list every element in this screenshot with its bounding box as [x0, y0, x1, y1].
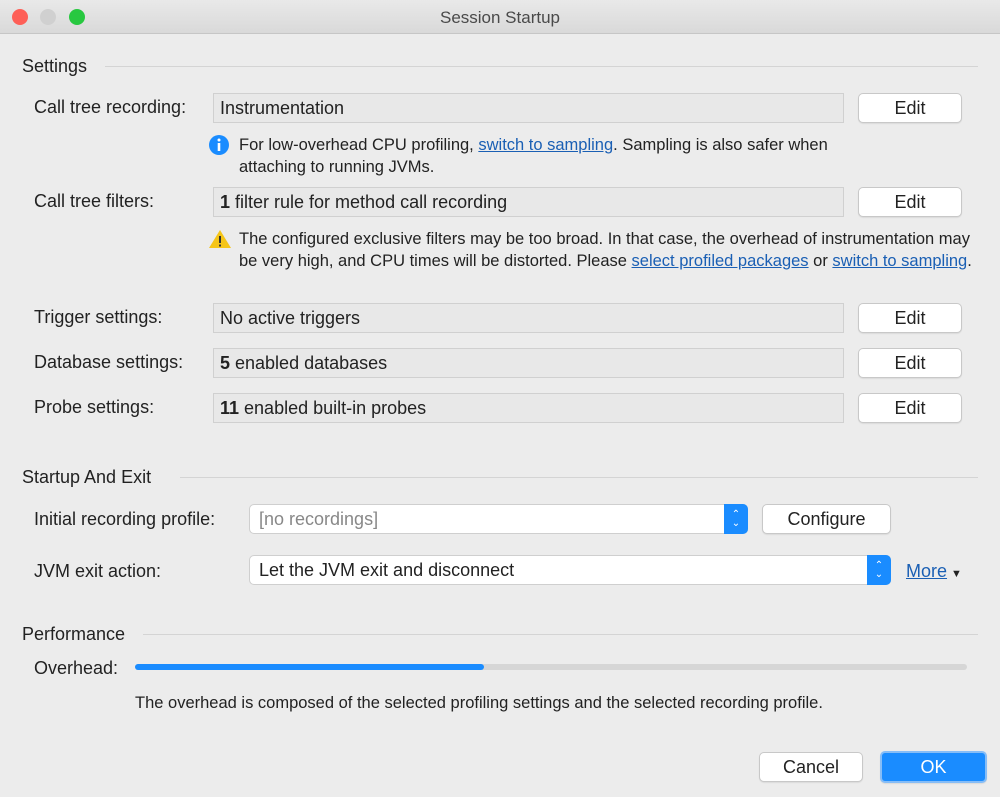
overhead-progress-bar	[135, 664, 967, 670]
trigger-settings-label: Trigger settings:	[34, 307, 163, 327]
title-bar: Session Startup	[0, 0, 1000, 34]
warning-icon	[209, 230, 231, 248]
recording-profile-select[interactable]: [no recordings] ⌃ ⌄	[249, 504, 748, 534]
overhead-progress-fill	[135, 664, 485, 670]
select-profiled-packages-link[interactable]: select profiled packages	[632, 252, 809, 270]
info-icon	[209, 135, 229, 155]
separator	[105, 66, 978, 67]
separator	[180, 477, 978, 478]
configure-button[interactable]: Configure	[762, 504, 891, 534]
call-tree-filters-label: Call tree filters:	[34, 191, 155, 211]
jvm-exit-action-label: JVM exit action:	[34, 561, 162, 581]
info-note: For low-overhead CPU profiling, switch t…	[239, 136, 828, 176]
overhead-description: The overhead is composed of the selected…	[135, 694, 823, 712]
call-tree-filters-field: 1 filter rule for method call recording	[213, 187, 844, 217]
database-settings-label: Database settings:	[34, 352, 184, 372]
edit-call-tree-recording-button[interactable]: Edit	[858, 93, 962, 123]
dropdown-triangle-icon: ▼	[951, 568, 962, 580]
jvm-exit-action-select[interactable]: Let the JVM exit and disconnect ⌃ ⌄	[249, 555, 891, 585]
probe-settings-label: Probe settings:	[34, 397, 155, 417]
database-settings-field: 5 enabled databases	[213, 348, 844, 378]
call-tree-recording-label: Call tree recording:	[34, 97, 187, 117]
switch-to-sampling-link-2[interactable]: switch to sampling	[832, 252, 967, 270]
section-heading-performance: Performance	[22, 624, 126, 644]
section-heading-startup: Startup And Exit	[22, 467, 152, 487]
edit-call-tree-filters-button[interactable]: Edit	[858, 187, 962, 217]
more-menu[interactable]: More ▼	[906, 561, 962, 582]
call-tree-recording-field: Instrumentation	[213, 93, 844, 123]
updown-chevron-icon: ⌃ ⌄	[867, 555, 891, 585]
window-title: Session Startup	[439, 8, 560, 27]
trigger-settings-field: No active triggers	[213, 303, 844, 333]
warning-note: The configured exclusive filters may be …	[239, 230, 972, 270]
edit-probe-settings-button[interactable]: Edit	[858, 393, 962, 423]
initial-recording-profile-label: Initial recording profile:	[34, 509, 216, 529]
ok-button[interactable]: OK	[880, 751, 987, 783]
section-heading-settings: Settings	[22, 56, 88, 76]
edit-trigger-settings-button[interactable]: Edit	[858, 303, 962, 333]
updown-chevron-icon: ⌃ ⌄	[724, 504, 748, 534]
separator	[143, 634, 978, 635]
overhead-label: Overhead:	[34, 658, 119, 678]
probe-settings-field: 11 enabled built-in probes	[213, 393, 844, 423]
switch-to-sampling-link[interactable]: switch to sampling	[478, 136, 613, 154]
cancel-button[interactable]: Cancel	[759, 752, 863, 782]
edit-database-settings-button[interactable]: Edit	[858, 348, 962, 378]
